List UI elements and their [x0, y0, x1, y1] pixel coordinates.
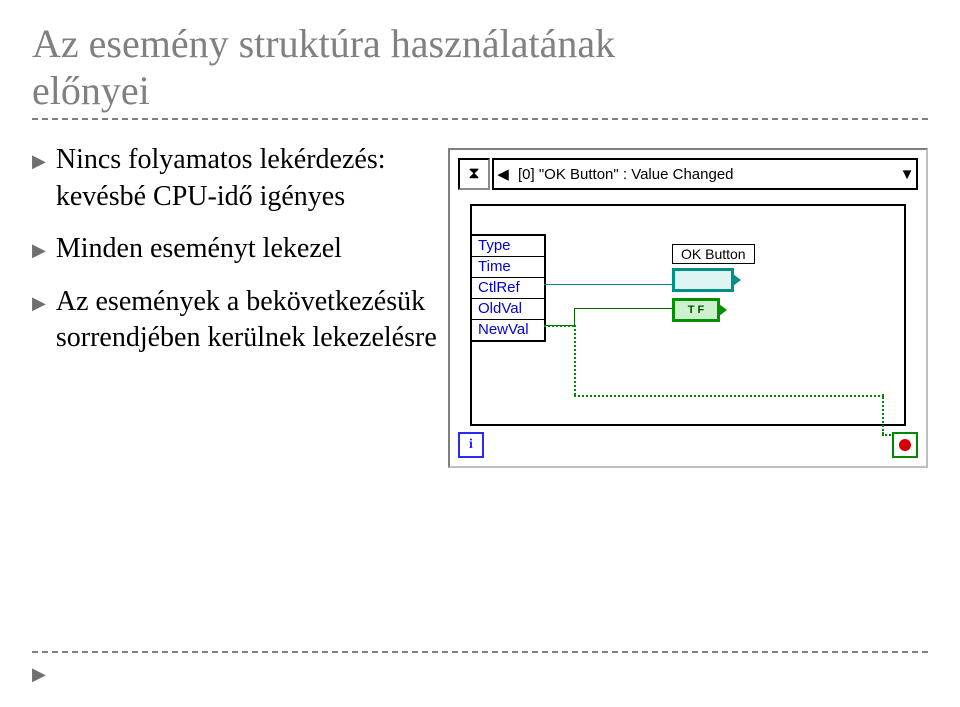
- wire-dashed: [882, 394, 884, 434]
- bullet-item: ▶ Az események a bekövetkezésük sorrendj…: [32, 284, 438, 357]
- boolean-indicator-terminal: T F: [672, 298, 720, 322]
- wire: [544, 284, 672, 285]
- bullet-arrow-icon: ▶: [32, 150, 46, 173]
- ok-button-indicator-label: OK Button: [672, 244, 755, 264]
- bullet-item: ▶ Nincs folyamatos lekérdezés: kevésbé C…: [32, 142, 438, 215]
- bullet-text: Az események a bekövetkezésük sorrendjéb…: [56, 284, 438, 357]
- bullet-list: ▶ Nincs folyamatos lekérdezés: kevésbé C…: [32, 142, 448, 372]
- loop-stop-terminal: [892, 432, 918, 458]
- boolean-tf-text: T F: [688, 304, 705, 316]
- event-data-time: Time: [472, 256, 544, 277]
- hourglass-icon: [468, 165, 479, 183]
- event-case-selector: ◀ [0] "OK Button" : Value Changed ▼: [492, 158, 918, 190]
- footer-arrow-icon: ▶: [32, 664, 46, 685]
- title-line-1: Az esemény struktúra használatának: [32, 21, 615, 66]
- bullet-text: Nincs folyamatos lekérdezés: kevésbé CPU…: [56, 142, 438, 215]
- slide: Az esemény struktúra használatának előny…: [0, 0, 960, 707]
- page-title: Az esemény struktúra használatának előny…: [32, 20, 928, 114]
- loop-i-label: i: [469, 437, 473, 453]
- event-data-ctlref: CtlRef: [472, 277, 544, 298]
- bullet-arrow-icon: ▶: [32, 239, 46, 262]
- while-loop: ◀ [0] "OK Button" : Value Changed ▼ Type…: [448, 148, 928, 468]
- title-line-2: előnyei: [32, 68, 150, 113]
- event-case-label: [0] "OK Button" : Value Changed: [512, 166, 898, 183]
- loop-iteration-terminal: i: [458, 432, 484, 458]
- event-data-type: Type: [472, 236, 544, 256]
- bullet-arrow-icon: ▶: [32, 292, 46, 315]
- labview-diagram: ◀ [0] "OK Button" : Value Changed ▼ Type…: [448, 148, 928, 468]
- wire-dashed: [574, 325, 576, 395]
- wire-dashed: [544, 325, 574, 327]
- stop-icon: [899, 439, 911, 451]
- case-prev-arrow[interactable]: ◀: [494, 165, 512, 183]
- wire-dashed: [574, 395, 884, 397]
- event-data-oldval: OldVal: [472, 298, 544, 319]
- wire: [574, 308, 575, 325]
- footer-separator: [32, 651, 928, 653]
- case-dropdown-arrow[interactable]: ▼: [898, 166, 916, 183]
- control-reference-terminal: [672, 268, 734, 292]
- event-data-node: Type Time CtlRef OldVal NewVal: [470, 234, 546, 342]
- event-structure-body: Type Time CtlRef OldVal NewVal OK Button…: [470, 204, 906, 426]
- title-separator: [32, 118, 928, 120]
- event-data-newval: NewVal: [472, 319, 544, 340]
- wire: [574, 308, 672, 309]
- bullet-item: ▶ Minden eseményt lekezel: [32, 231, 438, 267]
- bullet-text: Minden eseményt lekezel: [56, 231, 438, 267]
- event-timeout-terminal: [458, 158, 490, 190]
- content-row: ▶ Nincs folyamatos lekérdezés: kevésbé C…: [32, 142, 928, 468]
